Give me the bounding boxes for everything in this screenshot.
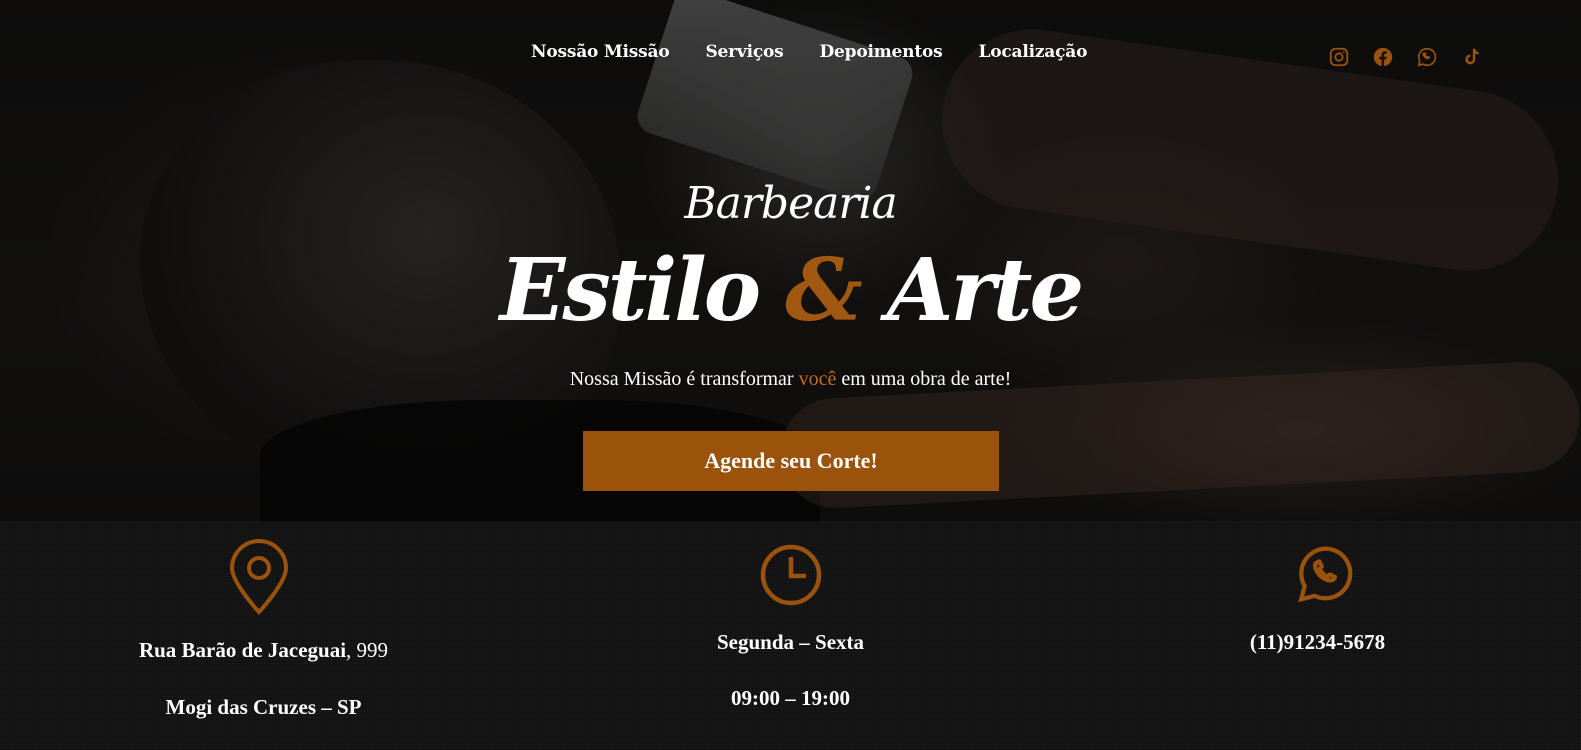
- instagram-icon[interactable]: [1328, 46, 1350, 68]
- tagline-highlight: você: [798, 368, 837, 390]
- address-line: Rua Barão de Jaceguai, 999: [138, 638, 389, 662]
- brand-title: Estilo & Arte: [0, 240, 1581, 341]
- tiktok-icon[interactable]: [1460, 46, 1482, 68]
- main-nav: Nossão Missão Serviços Depoimentos Local…: [531, 42, 1087, 62]
- schedule-button[interactable]: Agende seu Corte!: [583, 431, 999, 491]
- hero-section: Nossão Missão Serviços Depoimentos Local…: [0, 0, 1581, 521]
- social-links: [1328, 46, 1482, 68]
- hero-tagline: Nossa Missão é transformar você em uma o…: [569, 368, 1012, 390]
- nav-item-depoimentos[interactable]: Depoimentos: [820, 42, 943, 62]
- page: Nossão Missão Serviços Depoimentos Local…: [0, 0, 1581, 750]
- brand-ampersand: &: [785, 240, 863, 341]
- clock-icon: [759, 543, 823, 611]
- location-pin-icon: [228, 539, 290, 619]
- nav-item-servicos[interactable]: Serviços: [705, 42, 783, 62]
- brand-word-arte: Arte: [886, 240, 1084, 341]
- city-line: Mogi das Cruzes – SP: [165, 695, 362, 719]
- phone-number: (11)91234-5678: [1249, 630, 1386, 654]
- days-line: Segunda – Sexta: [716, 630, 865, 654]
- whatsapp-icon[interactable]: [1416, 46, 1438, 68]
- brand-subtitle: Barbearia: [684, 178, 897, 229]
- facebook-icon[interactable]: [1372, 46, 1394, 68]
- info-section: Rua Barão de Jaceguai, 999 Mogi das Cruz…: [0, 521, 1581, 750]
- nav-item-localizacao[interactable]: Localização: [978, 42, 1087, 62]
- whatsapp-icon: [1294, 541, 1358, 611]
- nav-item-missao[interactable]: Nossão Missão: [531, 42, 670, 62]
- brand-word-estilo: Estilo: [499, 240, 761, 341]
- hours-line: 09:00 – 19:00: [731, 686, 850, 710]
